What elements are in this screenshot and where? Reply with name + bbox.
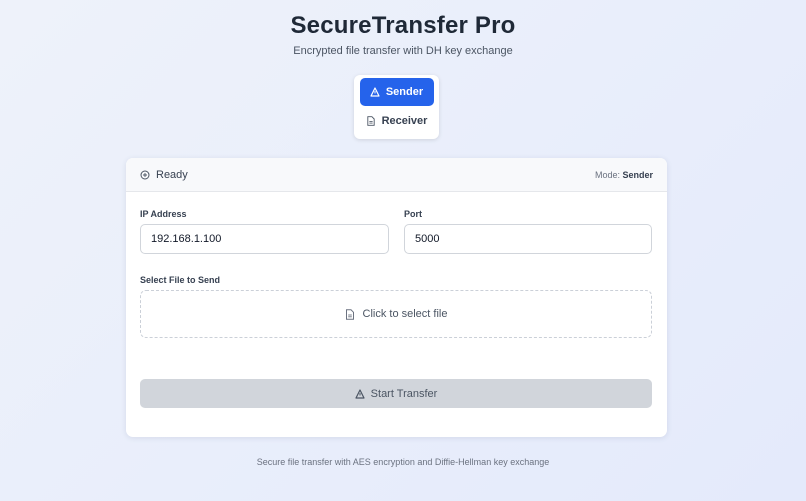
mode-value: Sender [622, 169, 653, 180]
port-input[interactable] [404, 224, 652, 254]
receiver-mode-button[interactable]: Receiver [360, 107, 434, 135]
start-transfer-button[interactable]: Start Transfer [140, 379, 652, 408]
file-dropzone[interactable]: Click to select file [140, 290, 652, 338]
file-icon [345, 308, 354, 320]
status-text: Ready [156, 168, 188, 181]
transfer-card: Ready Mode: Sender IP Address Port Selec… [126, 158, 667, 437]
ip-address-label: IP Address [140, 209, 187, 219]
mode-indicator: Mode: Sender [595, 170, 653, 180]
page-title: SecureTransfer Pro [290, 12, 516, 39]
send-triangle-icon [370, 87, 380, 97]
file-select-label: Select File to Send [140, 275, 221, 285]
dropzone-placeholder: Click to select file [362, 308, 448, 320]
card-header: Ready Mode: Sender [126, 158, 667, 192]
sender-mode-label: Sender [385, 86, 424, 98]
start-transfer-label: Start Transfer [370, 387, 438, 400]
status-circle-icon [140, 170, 150, 179]
mode-switch: Sender Receiver [354, 75, 439, 139]
mode-prefix: Mode: [594, 169, 620, 180]
receiver-mode-label: Receiver [381, 115, 428, 127]
send-triangle-icon [355, 388, 365, 399]
file-icon [366, 116, 375, 126]
page-subtitle: Encrypted file transfer with DH key exch… [293, 45, 513, 57]
port-label: Port [404, 209, 422, 219]
ip-address-input[interactable] [140, 224, 389, 254]
app-header: SecureTransfer Pro Encrypted file transf… [0, 12, 806, 57]
status-indicator: Ready [140, 169, 188, 181]
sender-mode-button[interactable]: Sender [359, 78, 434, 106]
footer-text: Secure file transfer with AES encryption… [256, 457, 550, 467]
